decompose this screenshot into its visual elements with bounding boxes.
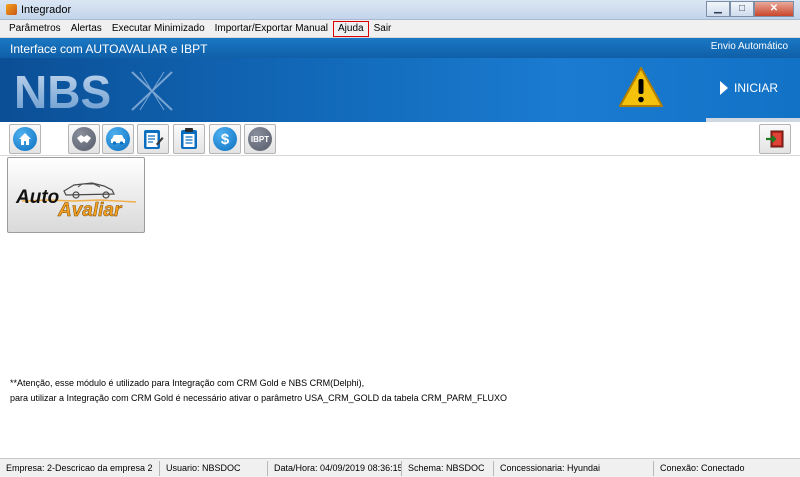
start-label: INICIAR (734, 81, 779, 95)
nbs-logo: NBS (14, 66, 173, 114)
minimize-button[interactable]: ▁ (706, 1, 730, 17)
menu-executar-minimizado[interactable]: Executar Minimizado (107, 21, 210, 37)
exit-icon (766, 130, 784, 148)
interface-header: Interface com AUTOAVALIAR e IBPT Envio A… (0, 38, 800, 58)
ibpt-icon: IBPT (248, 127, 272, 151)
menu-bar: Parâmetros Alertas Executar Minimizado I… (0, 20, 800, 38)
handshake-button[interactable] (68, 124, 100, 154)
warning-icon[interactable] (618, 66, 664, 108)
menu-sair[interactable]: Sair (369, 21, 397, 37)
car-icon (106, 127, 130, 151)
menu-ajuda[interactable]: Ajuda (333, 20, 369, 37)
home-button[interactable] (9, 124, 41, 154)
attention-note-line-1: **Atenção, esse módulo é utilizado para … (10, 378, 365, 388)
autoavaliar-logo: Auto Avaliar (15, 182, 137, 221)
auto-send-label: Envio Automático (710, 41, 788, 52)
autoavaliar-module-button[interactable]: Auto Avaliar (7, 157, 145, 233)
clipboard-button[interactable] (173, 124, 205, 154)
attention-note-line-2: para utilizar a Integração com CRM Gold … (10, 393, 508, 403)
clipboard-icon (181, 128, 197, 149)
ibpt-button[interactable]: IBPT (244, 124, 276, 154)
logo-text: NBS (14, 66, 111, 114)
autoavaliar-word-auto: Auto (15, 187, 59, 208)
title-bar: Integrador ▁ □ ✕ (0, 0, 800, 20)
window-controls: ▁ □ ✕ (706, 1, 794, 17)
app-icon (6, 4, 17, 15)
form-edit-button[interactable] (137, 124, 169, 154)
start-button[interactable]: INICIAR (706, 58, 800, 118)
dollar-icon: $ (213, 127, 237, 151)
status-bar: Empresa: 2-Descricao da empresa 2 Usuari… (0, 458, 800, 477)
status-concessionaria: Concessionaria: Hyundai (496, 461, 654, 476)
exit-button[interactable] (759, 124, 791, 154)
status-datahora: Data/Hora: 04/09/2019 08:36:15 (270, 461, 402, 476)
banner: NBS INICIAR (0, 58, 800, 122)
window-title: Integrador (21, 4, 72, 16)
interface-title: Interface com AUTOAVALIAR e IBPT (10, 42, 208, 56)
form-edit-icon (144, 130, 164, 149)
dollar-button[interactable]: $ (209, 124, 241, 154)
status-empresa: Empresa: 2-Descricao da empresa 2 (2, 461, 160, 476)
status-conexao: Conexão: Conectado (660, 463, 745, 473)
car-button[interactable] (102, 124, 134, 154)
menu-alertas[interactable]: Alertas (66, 21, 107, 37)
status-usuario: Usuario: NBSDOC (162, 461, 268, 476)
maximize-button[interactable]: □ (730, 1, 754, 17)
toolbar: $ IBPT (0, 122, 800, 156)
menu-importar-exportar-manual[interactable]: Importar/Exportar Manual (210, 21, 333, 37)
status-schema: Schema: NBSDOC (404, 461, 494, 476)
close-button[interactable]: ✕ (754, 1, 794, 17)
menu-parametros[interactable]: Parâmetros (4, 21, 66, 37)
play-icon (720, 81, 728, 95)
home-icon (13, 127, 37, 151)
handshake-icon (72, 127, 96, 151)
autoavaliar-word-avaliar: Avaliar (57, 200, 123, 221)
